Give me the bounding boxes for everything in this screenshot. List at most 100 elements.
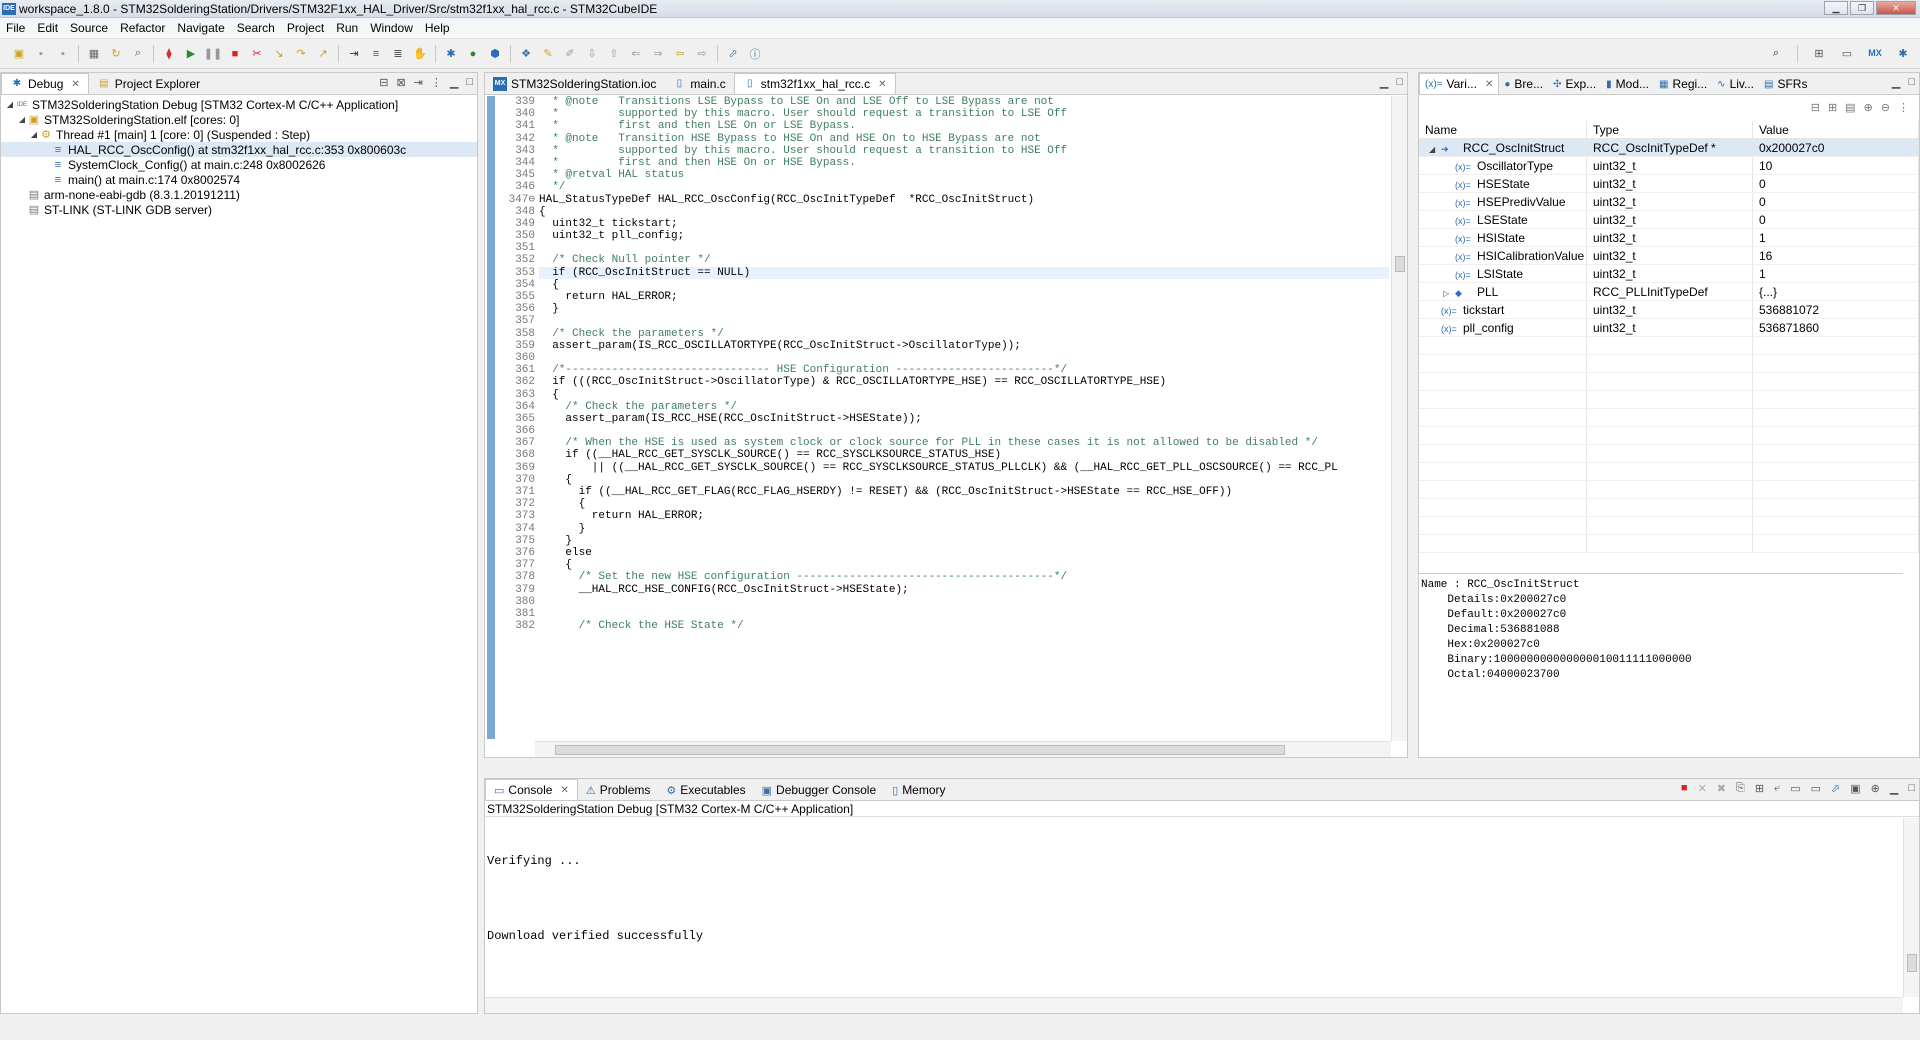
remove-launch-icon[interactable]: ✕ xyxy=(1698,782,1707,795)
forward-icon[interactable]: ⇒ xyxy=(650,46,666,62)
console-tab[interactable]: ⚠ Problems xyxy=(578,780,659,800)
collapse-all-icon[interactable]: ⊟ xyxy=(1811,101,1820,114)
collapse-all-icon[interactable]: ⊟ xyxy=(379,76,388,89)
variable-row[interactable]: (x)= OscillatorType uint32_t 10 xyxy=(1419,157,1919,175)
save-all-icon[interactable]: ▪ xyxy=(55,46,71,62)
build-icon[interactable]: ▦ xyxy=(86,46,102,62)
mx-perspective-icon[interactable]: MX xyxy=(1867,45,1883,61)
scroll-lock-icon[interactable]: ⊞ xyxy=(1755,782,1764,795)
variable-row[interactable]: (x)= HSICalibrationValue uint32_t 16 xyxy=(1419,247,1919,265)
variable-value[interactable]: 0 xyxy=(1753,211,1919,228)
step-filter-icon[interactable]: ⇥ xyxy=(414,76,423,89)
c-perspective-icon[interactable]: ▭ xyxy=(1839,45,1855,61)
tab-project-explorer[interactable]: ▤ Project Explorer xyxy=(89,74,208,94)
remove-terminated-icon[interactable]: ⊠ xyxy=(396,76,405,89)
back-icon[interactable]: ⇐ xyxy=(628,46,644,62)
maximize-button[interactable]: ❐ xyxy=(1850,1,1874,15)
editor-vertical-scrollbar[interactable] xyxy=(1391,96,1407,741)
nav-back-icon[interactable]: ⇦ xyxy=(672,46,688,62)
variable-row[interactable]: ◢ ➜ RCC_OscInitStruct RCC_OscInitTypeDef * 0… xyxy=(1419,139,1919,157)
debug-tree-item[interactable]: ◢ ⚙ Thread #1 [main] 1 [core: 0] (Suspende… xyxy=(1,127,477,142)
maximize-icon[interactable]: □ xyxy=(1396,76,1403,89)
variable-value[interactable]: 0x200027c0 xyxy=(1753,139,1919,156)
variables-view-tab[interactable]: (x)= Vari... ✕ xyxy=(1419,73,1500,94)
tab-debug[interactable]: ✱ Debug ✕ xyxy=(1,73,89,94)
terminate-icon[interactable]: ■ xyxy=(1681,782,1688,795)
maximize-icon[interactable]: □ xyxy=(1908,782,1915,795)
minimize-icon[interactable]: ▁ xyxy=(450,76,458,89)
run-icon[interactable]: ● xyxy=(465,46,481,62)
close-icon[interactable]: ✕ xyxy=(71,79,79,90)
save-icon[interactable]: ▪ xyxy=(33,46,49,62)
resume-icon[interactable]: ▶ xyxy=(183,46,199,62)
open-type-icon[interactable]: ❖ xyxy=(518,46,534,62)
expand-icon[interactable]: ◢ xyxy=(1429,141,1441,156)
annotation-icon[interactable]: ✐ xyxy=(562,46,578,62)
editor-tab[interactable]: MX STM32SolderingStation.ioc xyxy=(485,74,664,94)
variable-value[interactable]: 10 xyxy=(1753,157,1919,174)
show-type-icon[interactable]: ⊞ xyxy=(1828,101,1837,114)
info-icon[interactable]: ⓘ xyxy=(747,46,763,62)
hand-icon[interactable]: ✋ xyxy=(412,46,428,62)
console-tab[interactable]: ▭ Console ✕ xyxy=(485,779,578,800)
display-console-icon[interactable]: ▣ xyxy=(1850,782,1860,795)
debug-tree-item[interactable]: ≡ HAL_RCC_OscConfig() at stm32f1xx_hal_rc… xyxy=(1,142,477,157)
menu-run[interactable]: Run xyxy=(330,21,364,35)
debug-tree-item[interactable]: ◢ IDE STM32SolderingStation Debug [STM32 C… xyxy=(1,97,477,112)
variables-view-tab[interactable]: ▦ Regi... xyxy=(1654,74,1712,94)
word-wrap-icon[interactable]: ⤶ xyxy=(1774,782,1780,795)
variable-value[interactable]: 0 xyxy=(1753,175,1919,192)
variables-view-tab[interactable]: ✣ Exp... xyxy=(1548,74,1601,94)
maximize-icon[interactable]: □ xyxy=(466,76,473,89)
menu-window[interactable]: Window xyxy=(364,21,419,35)
nav-forward-icon[interactable]: ⇨ xyxy=(694,46,710,62)
step-into-icon[interactable]: ↘ xyxy=(271,46,287,62)
step-return-icon[interactable]: ↗ xyxy=(315,46,331,62)
instruction-step-icon[interactable]: ⇥ xyxy=(346,46,362,62)
variable-row[interactable]: (x)= tickstart uint32_t 536881072 xyxy=(1419,301,1919,319)
debug-tree-item[interactable]: ▤ ST-LINK (ST-LINK GDB server) xyxy=(1,202,477,217)
variable-value[interactable]: 1 xyxy=(1753,229,1919,246)
minimize-button[interactable]: ▁ xyxy=(1824,1,1848,15)
debug-tree-item[interactable]: ▤ arm-none-eabi-gdb (8.3.1.20191211) xyxy=(1,187,477,202)
open-console-icon[interactable]: ⊕ xyxy=(1871,782,1880,795)
layout-icon[interactable]: ▤ xyxy=(1845,101,1855,114)
close-button[interactable]: ✕ xyxy=(1876,1,1916,15)
variable-value[interactable]: 0 xyxy=(1753,193,1919,210)
refresh-icon[interactable]: ↻ xyxy=(108,46,124,62)
console-horizontal-scrollbar[interactable] xyxy=(485,997,1903,1013)
collapse-icon[interactable]: ◢ xyxy=(17,115,27,124)
menu-help[interactable]: Help xyxy=(419,21,456,35)
suspend-icon[interactable]: ❚❚ xyxy=(204,46,222,62)
variables-view-tab[interactable]: ▤ SFRs xyxy=(1759,74,1812,94)
search-icon[interactable]: ⌕ xyxy=(130,46,146,62)
restart-icon[interactable]: ≡ xyxy=(368,46,384,62)
debug-tree-item[interactable]: ≡ main() at main.c:174 0x8002574 xyxy=(1,172,477,187)
maximize-icon[interactable]: □ xyxy=(1908,76,1915,89)
variables-view-tab[interactable]: ∿ Liv... xyxy=(1712,74,1759,94)
variable-value[interactable]: 16 xyxy=(1753,247,1919,264)
remove-all-icon[interactable]: ✖ xyxy=(1717,782,1726,795)
variable-row[interactable]: ▷ ◆ PLL RCC_PLLInitTypeDef {...} xyxy=(1419,283,1919,301)
close-icon[interactable]: ✕ xyxy=(878,79,886,90)
menu-edit[interactable]: Edit xyxy=(31,21,64,35)
variable-row[interactable]: (x)= LSIState uint32_t 1 xyxy=(1419,265,1919,283)
filter-icon[interactable]: ≣ xyxy=(390,46,406,62)
variable-row[interactable]: (x)= HSIState uint32_t 1 xyxy=(1419,229,1919,247)
remove-global-icon[interactable]: ⊖ xyxy=(1881,101,1890,114)
menu-file[interactable]: File xyxy=(0,21,31,35)
editor-tab[interactable]: ▯ stm32f1xx_hal_rcc.c ✕ xyxy=(733,73,896,94)
next-annotation-icon[interactable]: ⇩ xyxy=(584,46,600,62)
open-perspective-icon[interactable]: ⊞ xyxy=(1811,45,1827,61)
console-tab[interactable]: ▣ Debugger Console xyxy=(754,780,884,800)
new-icon[interactable]: ▣ xyxy=(11,46,27,62)
debug-perspective-icon[interactable]: ✱ xyxy=(1895,45,1911,61)
open-task-icon[interactable]: ✎ xyxy=(540,46,556,62)
menu-source[interactable]: Source xyxy=(64,21,114,35)
close-icon[interactable]: ✕ xyxy=(1485,79,1493,90)
variable-row[interactable]: (x)= HSEState uint32_t 0 xyxy=(1419,175,1919,193)
column-value[interactable]: Value xyxy=(1753,121,1919,138)
code-area[interactable]: 339 340 341 342 343 344 345 346 347⊖ 348 349 350 351… xyxy=(485,96,1389,739)
expand-icon[interactable]: ▷ xyxy=(1443,285,1455,300)
variable-value[interactable]: 536871860 xyxy=(1753,319,1919,336)
